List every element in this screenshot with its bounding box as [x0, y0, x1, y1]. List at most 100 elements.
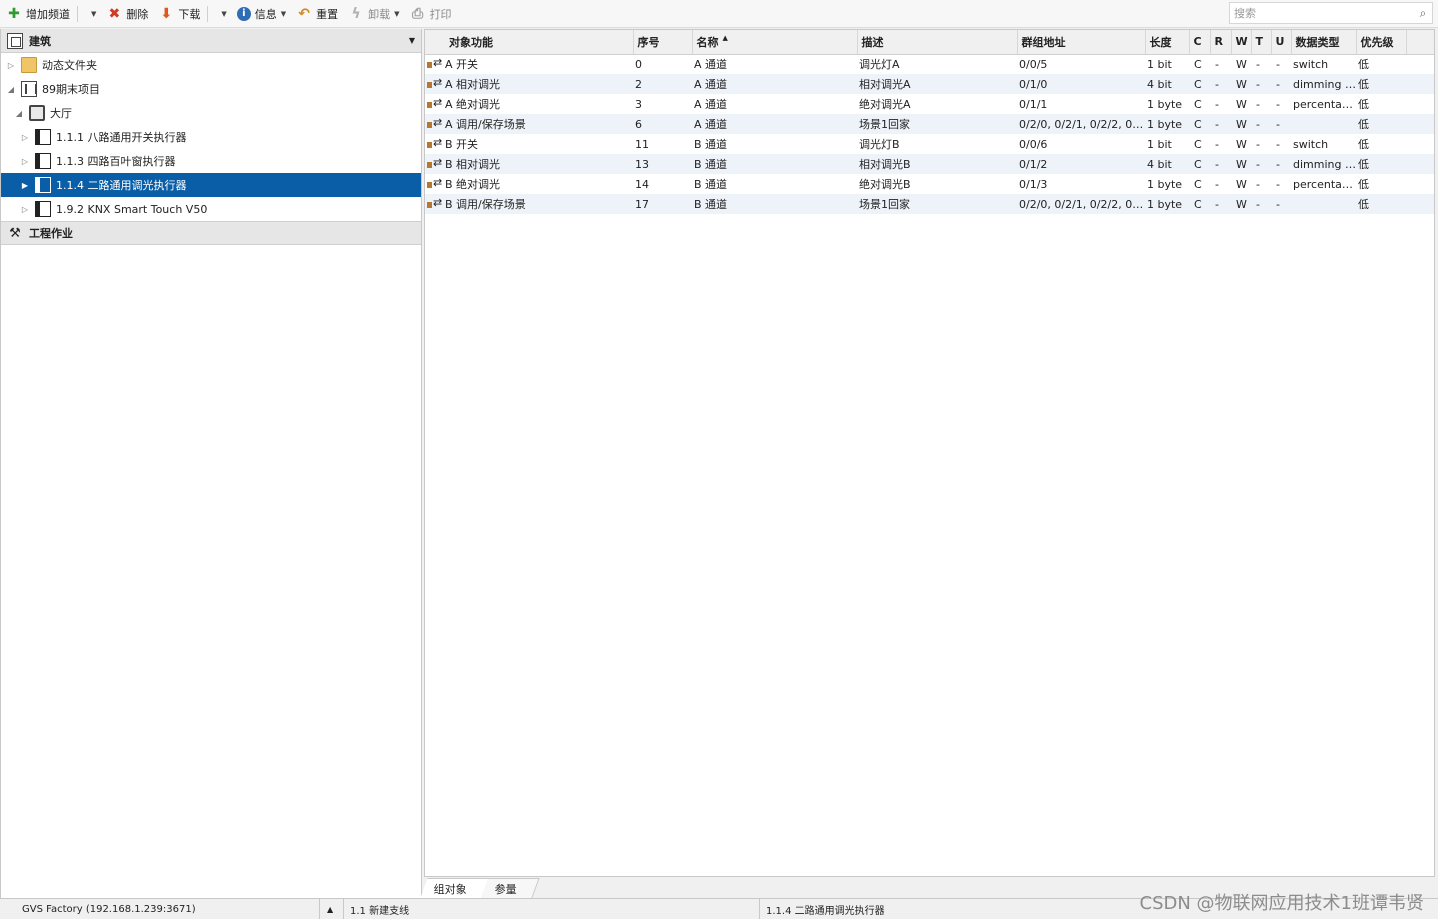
tab-parameters[interactable]: 参量 [481, 878, 540, 898]
toolbar-separator [207, 5, 209, 22]
info-button[interactable]: i 信息 ▼ [233, 3, 290, 25]
table-row[interactable]: B 调用/保存场景 17 B 通道 场景1回家 0/2/0, 0/2/1, 0/2/2,… [425, 194, 1434, 214]
column-header[interactable]: T [1251, 30, 1272, 55]
expand-arrow-icon[interactable]: ▷ [19, 205, 31, 214]
table-cell: - [1271, 114, 1291, 134]
column-header[interactable]: 描述 [857, 30, 1018, 55]
column-header[interactable]: U [1271, 30, 1292, 55]
chevron-down-icon: ▼ [221, 9, 227, 18]
table-cell: A 通道 [692, 54, 857, 74]
download-dropdown[interactable]: ▼ [213, 3, 230, 25]
add-channel-button[interactable]: ✚ 增加频道 [2, 3, 74, 25]
table-cell: 1 byte [1145, 174, 1189, 194]
column-header[interactable]: 名称 ▲ [692, 30, 858, 55]
table-cell-text: 0/2/0, 0/2/1, 0/2/2, 0/2/3 [1019, 197, 1145, 211]
table-cell: - [1210, 74, 1231, 94]
download-button[interactable]: ⬇ 下载 [154, 3, 204, 25]
table-cell: W [1231, 94, 1251, 114]
table-cell: C [1189, 154, 1210, 174]
column-header[interactable]: 长度 [1145, 30, 1190, 55]
column-header[interactable]: C [1189, 30, 1211, 55]
table-cell: 11 [633, 134, 692, 154]
table-cell: 0 [633, 54, 692, 74]
table-cell: 2 [633, 74, 692, 94]
table-cell-text: dimming c... [1293, 77, 1356, 91]
expand-arrow-icon[interactable]: ▷ [19, 133, 31, 142]
table-cell: 0/2/0, 0/2/1, 0/2/2, 0/2/3 [1017, 114, 1145, 134]
tree-node-label: 大厅 [50, 107, 72, 120]
table-row[interactable]: A 绝对调光3A 通道绝对调光A0/1/11 byteC-W--percenta… [425, 94, 1434, 114]
group-object-icon [427, 156, 443, 171]
table-cell-text: - [1256, 77, 1260, 91]
table-cell: - [1251, 154, 1271, 174]
table-cell: C [1189, 114, 1210, 134]
building-panel-header[interactable]: 建筑 ▼ [1, 29, 421, 53]
column-header[interactable]: 对象功能 [425, 30, 634, 55]
table-cell: - [1251, 114, 1271, 134]
table-row[interactable]: A 相对调光2A 通道相对调光A0/1/04 bitC-W--dimming c… [425, 74, 1434, 94]
column-header[interactable]: 优先级 [1356, 30, 1407, 55]
table-row[interactable]: A 开关0A 通道调光灯A0/0/51 bitC-W--switch低 [425, 54, 1434, 74]
table-cell: 3 [633, 94, 692, 114]
tree-node-device-192[interactable]: ▷ 1.9.2 KNX Smart Touch V50 [1, 197, 421, 221]
tree-node-project[interactable]: ◢ 89期末项目 [1, 77, 421, 101]
table-cell-text: B 通道 [694, 178, 728, 191]
table-cell-text: 1 byte [1147, 97, 1183, 111]
delete-button[interactable]: ✖ 删除 [102, 3, 152, 25]
table-cell: 调光灯B [857, 134, 1017, 154]
expand-arrow-icon[interactable]: ▷ [19, 157, 31, 166]
add-channel-dropdown[interactable]: ▼ [83, 3, 100, 25]
column-header[interactable]: R [1210, 30, 1232, 55]
table-cell-text: 2 [635, 77, 642, 91]
collapse-arrow-icon[interactable]: ◢ [13, 109, 25, 118]
table-cell: - [1210, 134, 1231, 154]
table-row[interactable]: A 调用/保存场景 6 A 通道 场景1回家 0/2/0, 0/2/1, 0/2/2, … [425, 114, 1434, 134]
table-row[interactable]: B 绝对调光14B 通道绝对调光B0/1/31 byteC-W--percent… [425, 174, 1434, 194]
search-input[interactable] [1230, 3, 1414, 23]
print-button[interactable]: ⎙ 打印 [406, 3, 456, 25]
tree-node-hall[interactable]: ◢ 大厅 [1, 101, 421, 125]
tree-node-device-114[interactable]: ▶ 1.1.4 二路通用调光执行器 [1, 173, 421, 197]
table-cell-text: C [1194, 197, 1202, 211]
group-objects-table: 对象功能 序号 名称 ▲ 描述 群组地址 长度 C R W T U 数据类型 优先… [425, 30, 1434, 214]
device-icon [35, 129, 51, 145]
table-cell: W [1231, 134, 1251, 154]
plus-icon: ✚ [8, 5, 20, 22]
tree-node-device-113[interactable]: ▷ 1.1.3 四路百叶窗执行器 [1, 149, 421, 173]
undo-icon: ↶ [298, 5, 311, 22]
column-header[interactable]: 群组地址 [1017, 30, 1146, 55]
unload-button[interactable]: ϟ 卸载 ▼ [344, 3, 403, 25]
collapse-arrow-icon[interactable]: ◢ [5, 85, 17, 94]
table-cell: A 通道 [692, 94, 857, 114]
table-cell: switch [1291, 54, 1356, 74]
tab-label: 参量 [494, 882, 517, 896]
table-cell: 绝对调光A [857, 94, 1017, 114]
column-header[interactable]: W [1231, 30, 1252, 55]
search-icon[interactable]: ⌕ [1414, 6, 1432, 21]
table-cell-text: - [1276, 197, 1280, 211]
table-cell: W [1231, 174, 1251, 194]
expand-arrow-icon[interactable]: ▶ [19, 181, 31, 190]
watermark: CSDN @物联网应用技术1班谭韦贤 [1139, 893, 1425, 914]
table-row[interactable]: B 相对调光13B 通道相对调光B0/1/24 bitC-W--dimming … [425, 154, 1434, 174]
column-header-label: R [1214, 35, 1223, 49]
table-cell-text: A 绝对调光 [445, 98, 501, 111]
table-cell: - [1271, 94, 1291, 114]
table-cell: - [1271, 154, 1291, 174]
table-cell-text: 0/0/6 [1019, 137, 1048, 151]
chevron-down-icon[interactable]: ▼ [409, 36, 415, 45]
table-cell-text: - [1215, 137, 1219, 151]
tab-group-objects[interactable]: 组对象 [420, 878, 490, 898]
tree-node-device-111[interactable]: ▷ 1.1.1 八路通用开关执行器 [1, 125, 421, 149]
column-header[interactable]: 序号 [633, 30, 693, 55]
table-cell-text: percentag... [1293, 97, 1356, 111]
reset-button[interactable]: ↶ 重置 [292, 3, 342, 25]
tree-node-dynamic-folder[interactable]: ▷ 动态文件夹 [1, 53, 421, 77]
expand-arrow-icon[interactable]: ▷ [5, 61, 17, 70]
table-cell: 4 bit [1145, 74, 1189, 94]
column-header[interactable]: 数据类型 [1291, 30, 1357, 55]
status-expand-button[interactable]: ▲ [320, 898, 344, 919]
table-row[interactable]: B 开关11B 通道调光灯B0/0/61 bitC-W--switch低 [425, 134, 1434, 154]
project-work-section[interactable]: ⚒ 工程作业 [1, 221, 421, 245]
table-cell: C [1189, 194, 1210, 214]
